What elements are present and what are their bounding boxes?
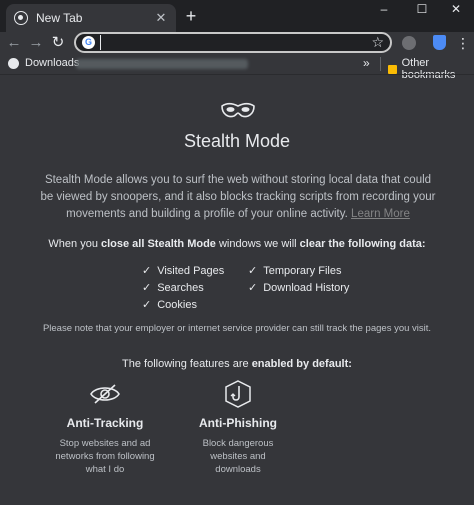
google-icon: G xyxy=(82,36,95,49)
minimize-button[interactable]: – xyxy=(366,0,402,20)
heading-bold: clear the following data: xyxy=(299,238,426,250)
tab-title: New Tab xyxy=(36,11,83,25)
heading-bold: close all Stealth Mode xyxy=(101,238,216,250)
checkmark-icon: ✓ xyxy=(248,282,258,294)
bookmarks-bar: Downloads » Other bookmarks xyxy=(0,54,474,81)
heading-bold: enabled by default: xyxy=(251,358,352,370)
new-tab-button[interactable]: + xyxy=(181,6,201,26)
clear-data-heading: When you close all Stealth Mode windows … xyxy=(0,238,474,250)
feature-desc-anti-phishing: Block dangerous websites and downloads xyxy=(183,437,293,476)
shield-icon[interactable] xyxy=(433,35,446,50)
list-item-label: Download History xyxy=(263,282,350,294)
fish-hook-icon xyxy=(225,380,251,408)
heading-text: windows we will xyxy=(215,238,300,250)
forward-button[interactable]: → xyxy=(26,33,46,53)
feature-desc-line: Block dangerous xyxy=(202,438,274,449)
checkmark-icon: ✓ xyxy=(248,265,258,277)
heading-text: The following features are xyxy=(122,358,252,370)
eye-slash-icon xyxy=(90,384,120,404)
list-item: ✓ Visited Pages xyxy=(142,264,224,277)
title-bar: New Tab ✕ + – ☐ ✕ xyxy=(0,0,474,32)
list-item-label: Temporary Files xyxy=(263,265,342,277)
checkmark-icon: ✓ xyxy=(142,282,152,294)
mask-icon xyxy=(221,102,255,118)
list-item: ✓ Searches xyxy=(142,281,204,294)
star-icon[interactable]: ☆ xyxy=(371,34,384,51)
list-item: ✓ Cookies xyxy=(142,298,197,311)
globe-icon xyxy=(8,57,19,69)
feature-desc-anti-tracking: Stop websites and ad networks from follo… xyxy=(50,437,160,476)
globe-icon xyxy=(14,11,28,25)
extension-icon[interactable] xyxy=(402,36,416,50)
features-heading: The following features are enabled by de… xyxy=(0,358,474,370)
close-icon[interactable]: ✕ xyxy=(154,10,168,26)
list-item: ✓ Download History xyxy=(248,281,349,294)
page-description: Stealth Mode allows you to surf the web … xyxy=(38,172,438,223)
address-input[interactable] xyxy=(100,35,370,50)
divider xyxy=(380,57,381,71)
feature-desc-line: what I do xyxy=(85,464,125,475)
toolbar: ← → ↻ G ☆ ⋮ xyxy=(0,32,474,54)
reload-button[interactable]: ↻ xyxy=(48,33,68,53)
learn-more-link[interactable]: Learn More xyxy=(351,208,410,220)
feature-title-anti-tracking: Anti-Tracking xyxy=(66,416,144,430)
page-title: Stealth Mode xyxy=(183,131,291,151)
blurred-bookmarks[interactable] xyxy=(76,59,248,69)
feature-desc-line: Stop websites and ad xyxy=(59,438,151,449)
feature-desc-line: networks from following xyxy=(55,451,155,462)
list-item-label: Searches xyxy=(157,282,204,294)
folder-icon xyxy=(388,64,397,74)
tab-new-tab[interactable]: New Tab ✕ xyxy=(6,4,176,32)
stealth-mode-page: Stealth Mode Stealth Mode allows you to … xyxy=(0,75,474,505)
maximize-button[interactable]: ☐ xyxy=(404,0,440,20)
list-item-label: Visited Pages xyxy=(157,265,225,277)
checkmark-icon: ✓ xyxy=(142,265,152,277)
back-button[interactable]: ← xyxy=(4,33,24,53)
heading-text: When you xyxy=(48,238,101,250)
bookmark-downloads[interactable]: Downloads xyxy=(8,57,79,69)
window-close-button[interactable]: ✕ xyxy=(438,0,474,20)
checkmark-icon: ✓ xyxy=(142,299,152,311)
feature-desc-line: websites and xyxy=(210,451,266,462)
address-bar[interactable]: G ☆ xyxy=(74,32,392,53)
menu-icon[interactable]: ⋮ xyxy=(456,33,470,53)
list-item: ✓ Temporary Files xyxy=(248,264,341,277)
feature-title-anti-phishing: Anti-Phishing xyxy=(199,416,277,430)
tracking-note: Please note that your employer or intern… xyxy=(42,323,432,334)
bookmark-label: Downloads xyxy=(25,57,80,69)
list-item-label: Cookies xyxy=(157,299,197,311)
more-bookmarks-button[interactable]: » xyxy=(363,56,370,70)
feature-desc-line: downloads xyxy=(215,464,261,475)
